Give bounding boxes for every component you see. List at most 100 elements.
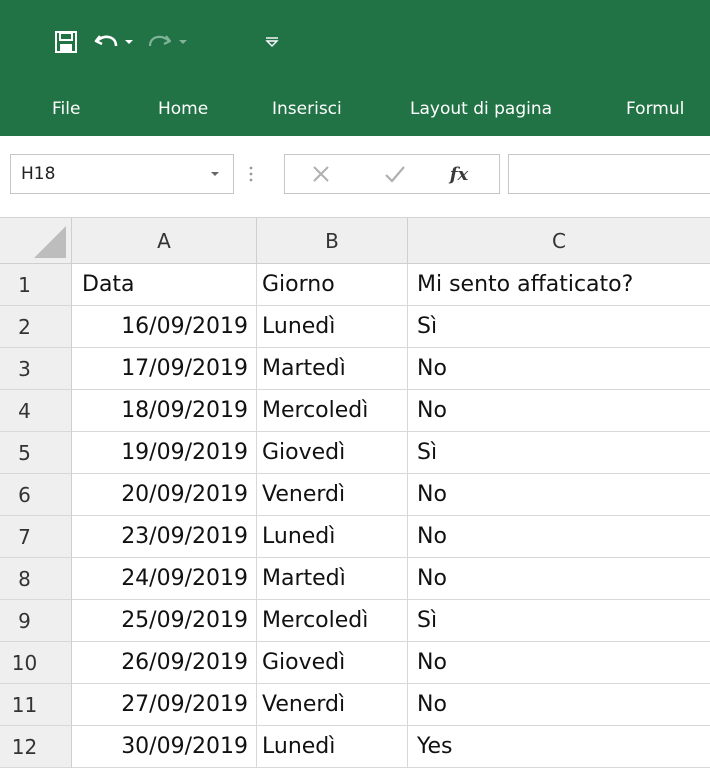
select-all-button[interactable] bbox=[0, 218, 72, 264]
formula-bar-resize-grip[interactable] bbox=[248, 162, 254, 186]
close-icon bbox=[313, 166, 329, 182]
column-header-a[interactable]: A bbox=[72, 218, 257, 264]
row-header[interactable]: 2 bbox=[0, 306, 72, 348]
save-button[interactable] bbox=[52, 28, 80, 56]
table-row: 9 25/09/2019 Mercoledì Sì bbox=[0, 600, 710, 642]
cell-day[interactable]: Martedì bbox=[257, 558, 408, 600]
cell-date[interactable]: 20/09/2019 bbox=[72, 474, 257, 516]
column-header-b[interactable]: B bbox=[257, 218, 408, 264]
tab-file[interactable]: File bbox=[52, 84, 80, 136]
row-header[interactable]: 6 bbox=[0, 474, 72, 516]
table-row: 1 Data Giorno Mi sento affaticato? bbox=[0, 264, 710, 306]
cell-date[interactable]: 23/09/2019 bbox=[72, 516, 257, 558]
cell-date[interactable]: 17/09/2019 bbox=[72, 348, 257, 390]
name-box-dropdown[interactable] bbox=[207, 155, 223, 193]
cell-tired[interactable]: Sì bbox=[408, 600, 710, 642]
cell-day[interactable]: Venerdì bbox=[257, 684, 408, 726]
cell-date[interactable]: 30/09/2019 bbox=[72, 726, 257, 768]
row-header[interactable]: 1 bbox=[0, 264, 72, 306]
cell-day[interactable]: Giovedì bbox=[257, 642, 408, 684]
cell-tired[interactable]: Sì bbox=[408, 306, 710, 348]
row-header[interactable]: 7 bbox=[0, 516, 72, 558]
tab-formulas[interactable]: Formul bbox=[626, 84, 684, 136]
enter-button[interactable] bbox=[377, 155, 413, 193]
cell-day[interactable]: Giovedì bbox=[257, 432, 408, 474]
row-header[interactable]: 12 bbox=[0, 726, 72, 768]
column-header-c[interactable]: C bbox=[408, 218, 710, 264]
name-box[interactable]: H18 bbox=[10, 154, 234, 194]
customize-qat-button[interactable] bbox=[262, 28, 282, 56]
table-row: 2 16/09/2019 Lunedì Sì bbox=[0, 306, 710, 348]
cell-date[interactable]: 24/09/2019 bbox=[72, 558, 257, 600]
row-header[interactable]: 8 bbox=[0, 558, 72, 600]
chevron-down-icon bbox=[211, 172, 219, 176]
cell-tired[interactable]: No bbox=[408, 390, 710, 432]
cell-day[interactable]: Giorno bbox=[257, 264, 408, 306]
row-header[interactable]: 4 bbox=[0, 390, 72, 432]
cell-tired[interactable]: No bbox=[408, 558, 710, 600]
cell-date[interactable]: 18/09/2019 bbox=[72, 390, 257, 432]
redo-dropdown[interactable] bbox=[176, 28, 190, 56]
table-row: 12 30/09/2019 Lunedì Yes bbox=[0, 726, 710, 768]
cell-day[interactable]: Venerdì bbox=[257, 474, 408, 516]
select-all-triangle-icon bbox=[34, 226, 66, 258]
tab-home[interactable]: Home bbox=[158, 84, 208, 136]
row-header[interactable]: 9 bbox=[0, 600, 72, 642]
undo-button[interactable] bbox=[92, 28, 122, 56]
row-header[interactable]: 10 bbox=[0, 642, 72, 684]
chevron-down-icon bbox=[179, 40, 187, 44]
tab-insert[interactable]: Inserisci bbox=[272, 84, 342, 136]
redo-icon bbox=[148, 35, 172, 47]
cell-tired[interactable]: No bbox=[408, 348, 710, 390]
table-row: 4 18/09/2019 Mercoledì No bbox=[0, 390, 710, 432]
cell-tired[interactable]: No bbox=[408, 684, 710, 726]
table-row: 11 27/09/2019 Venerdì No bbox=[0, 684, 710, 726]
cell-tired[interactable]: Yes bbox=[408, 726, 710, 768]
name-box-value: H18 bbox=[21, 164, 56, 184]
table-row: 6 20/09/2019 Venerdì No bbox=[0, 474, 710, 516]
check-icon bbox=[385, 166, 405, 183]
cell-tired[interactable]: No bbox=[408, 474, 710, 516]
table-row: 8 24/09/2019 Martedì No bbox=[0, 558, 710, 600]
cell-date[interactable]: 19/09/2019 bbox=[72, 432, 257, 474]
undo-dropdown[interactable] bbox=[122, 28, 136, 56]
table-row: 3 17/09/2019 Martedì No bbox=[0, 348, 710, 390]
cell-date[interactable]: 16/09/2019 bbox=[72, 306, 257, 348]
table-row: 10 26/09/2019 Giovedì No bbox=[0, 642, 710, 684]
cell-day[interactable]: Mercoledì bbox=[257, 600, 408, 642]
ribbon-tabs: File Home Inserisci Layout di pagina For… bbox=[0, 84, 710, 136]
title-bar bbox=[0, 0, 710, 84]
grip-dots-icon bbox=[249, 166, 253, 182]
formula-bar: H18 fx bbox=[0, 136, 710, 218]
cell-date[interactable]: 26/09/2019 bbox=[72, 642, 257, 684]
cell-tired[interactable]: No bbox=[408, 642, 710, 684]
cancel-button[interactable] bbox=[303, 155, 339, 193]
cell-day[interactable]: Lunedì bbox=[257, 306, 408, 348]
row-header[interactable]: 11 bbox=[0, 684, 72, 726]
cell-tired[interactable]: Mi sento affaticato? bbox=[408, 264, 710, 306]
insert-function-button[interactable]: fx bbox=[435, 155, 483, 193]
customize-qat-icon bbox=[265, 37, 279, 47]
save-icon bbox=[55, 31, 77, 53]
cell-day[interactable]: Lunedì bbox=[257, 726, 408, 768]
column-headers: A B C bbox=[0, 218, 710, 264]
formula-controls: fx bbox=[284, 154, 500, 194]
cell-day[interactable]: Lunedì bbox=[257, 516, 408, 558]
cell-day[interactable]: Mercoledì bbox=[257, 390, 408, 432]
worksheet-grid: A B C 1 Data Giorno Mi sento affaticato? 2 16… bbox=[0, 218, 710, 771]
formula-input[interactable] bbox=[508, 154, 710, 194]
cell-date[interactable]: 25/09/2019 bbox=[72, 600, 257, 642]
table-row: 7 23/09/2019 Lunedì No bbox=[0, 516, 710, 558]
row-header[interactable]: 5 bbox=[0, 432, 72, 474]
undo-icon bbox=[94, 35, 118, 47]
redo-button[interactable] bbox=[144, 28, 174, 56]
cell-day[interactable]: Martedì bbox=[257, 348, 408, 390]
cell-date[interactable]: Data bbox=[72, 264, 257, 306]
quick-access-toolbar bbox=[0, 0, 710, 84]
cell-tired[interactable]: Sì bbox=[408, 432, 710, 474]
cell-date[interactable]: 27/09/2019 bbox=[72, 684, 257, 726]
table-row: 5 19/09/2019 Giovedì Sì bbox=[0, 432, 710, 474]
cell-tired[interactable]: No bbox=[408, 516, 710, 558]
row-header[interactable]: 3 bbox=[0, 348, 72, 390]
tab-page-layout[interactable]: Layout di pagina bbox=[410, 84, 552, 136]
